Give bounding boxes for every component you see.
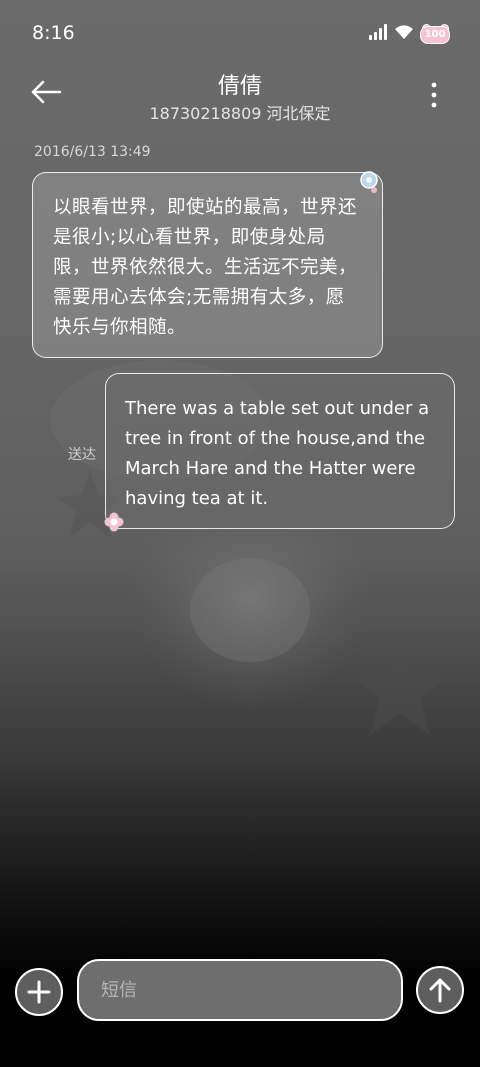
status-bar: 8:16 100 [0,0,480,64]
received-message-text: 以眼看世界，即使站的最高，世界还是很小;以心看世界，即使身处局限，世界依然很大。… [53,197,358,338]
status-time: 8:16 [32,22,75,44]
attach-button[interactable] [15,968,63,1016]
delivery-status: 送达 [68,447,96,463]
more-vertical-icon [422,82,446,114]
signal-icon [368,24,388,44]
bubble-sticker-icon [359,170,379,193]
status-icons: 100 [368,22,450,46]
conversation-header: 倩倩 18730218809 河北保定 [0,64,480,128]
sent-message-bubble[interactable]: There was a table set out under a tree i… [104,373,455,532]
message-input[interactable] [77,959,403,1021]
wifi-icon [394,24,414,44]
contact-subtitle: 18730218809 河北保定 [149,104,331,123]
plus-icon [17,980,61,1018]
message-timestamp: 2016/6/13 13:49 [34,144,151,160]
battery-level: 100 [424,29,446,40]
flower-sticker-icon [104,512,124,532]
more-options-button[interactable] [422,80,446,110]
message-composer [0,955,480,1025]
battery-icon: 100 [420,24,450,44]
contact-name: 倩倩 [217,74,262,99]
sent-message-text: There was a table set out under a tree i… [125,398,430,509]
send-arrow-icon [418,978,462,1016]
chat-wallpaper [50,360,448,735]
send-button[interactable] [416,966,464,1014]
received-message-bubble[interactable]: 以眼看世界，即使站的最高，世界还是很小;以心看世界，即使身处局限，世界依然很大。… [32,170,383,358]
